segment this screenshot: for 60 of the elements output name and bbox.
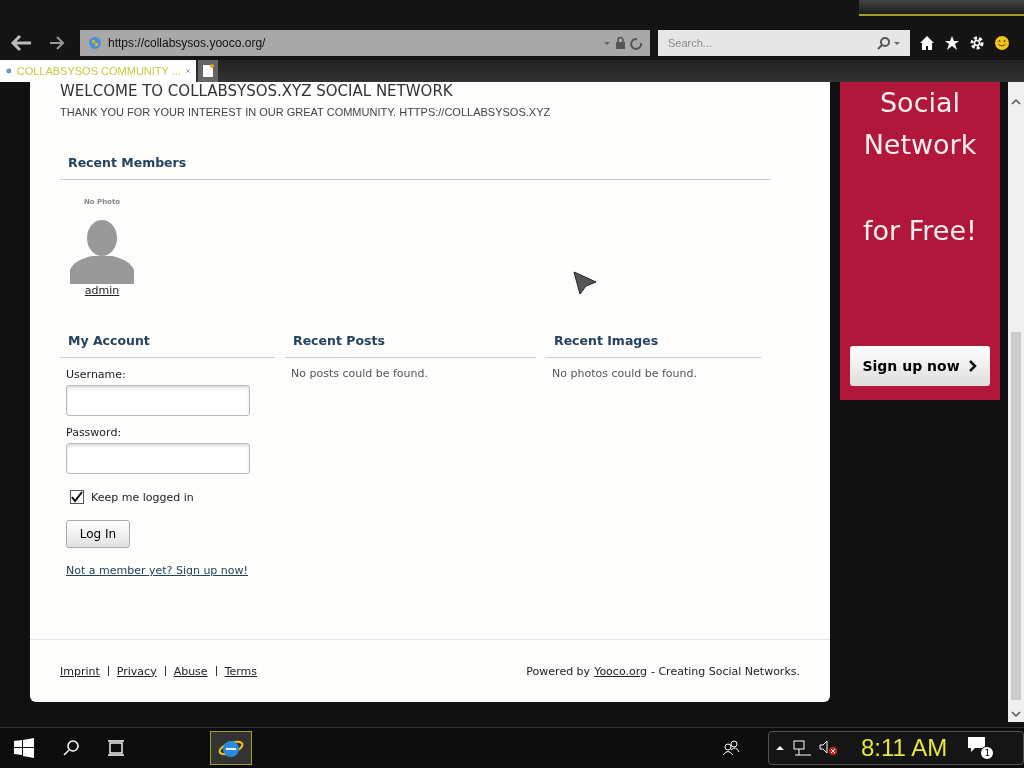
notification-count: 1 [980, 746, 995, 761]
checkbox-label: Keep me logged in [91, 490, 194, 504]
home-icon[interactable] [919, 35, 935, 51]
checkbox[interactable] [70, 490, 84, 504]
password-field[interactable] [66, 443, 250, 474]
lock-icon [602, 36, 642, 50]
close-icon[interactable] [185, 66, 190, 76]
browser-taskbar-button[interactable] [210, 731, 252, 766]
footer-link[interactable]: Terms [224, 664, 258, 678]
muted-speaker-icon[interactable] [819, 740, 839, 757]
search-icon[interactable] [62, 739, 80, 758]
task-view-icon[interactable] [108, 740, 126, 757]
section-title: Recent Images [554, 333, 659, 348]
star-icon[interactable] [944, 35, 960, 51]
field-label: Password: [66, 426, 123, 439]
signup-button[interactable]: Sign up now [850, 346, 990, 386]
scroll-down-icon[interactable] [1011, 710, 1021, 718]
avatar-silhouette-icon [70, 218, 134, 284]
windows-start-icon[interactable] [14, 738, 34, 759]
ad-text: Network [863, 128, 977, 162]
empty-message: No photos could be found. [552, 367, 698, 380]
login-button[interactable]: Log In [66, 520, 130, 548]
username-field[interactable] [66, 385, 250, 416]
ad-text: for Free! [863, 214, 977, 248]
cursor-icon [572, 270, 598, 296]
search-bar[interactable]: Search... [658, 30, 910, 56]
section-title: Recent Posts [293, 333, 385, 348]
search-icon [876, 36, 902, 50]
clock[interactable]: 8:11 AM [861, 734, 948, 763]
powered-text: - Creating Social Networks. [650, 664, 800, 678]
scrollbar[interactable] [1008, 82, 1024, 722]
powered-text: Powered by [526, 664, 591, 678]
globe-icon [88, 36, 102, 50]
smiley-icon[interactable] [994, 35, 1010, 51]
footer-link[interactable]: Abuse [173, 664, 208, 678]
section-title: My Account [68, 333, 150, 348]
member-link[interactable]: admin [84, 284, 120, 297]
empty-message: No posts could be found. [291, 367, 429, 380]
forward-icon[interactable] [48, 35, 66, 51]
new-tab-button[interactable] [198, 60, 218, 82]
people-icon[interactable] [722, 740, 740, 757]
field-label: Username: [66, 368, 127, 381]
ad-text: Social [879, 86, 961, 120]
intro-text: THANK YOU FOR YOUR INTEREST IN OUR GREAT COMMUNITY. HTTPS://COLLABSYSOS.XYZ [60, 106, 552, 118]
section-title: Recent Members [68, 155, 187, 170]
chevron-icon [967, 360, 978, 372]
notification-button[interactable]: 1 [967, 736, 995, 761]
powered-link[interactable]: Yooco.org [594, 664, 647, 678]
address-bar[interactable]: https://collabsysos.yooco.org/ [80, 30, 650, 56]
network-icon[interactable] [793, 740, 811, 757]
scroll-up-icon[interactable] [1011, 98, 1021, 106]
back-icon[interactable] [9, 33, 33, 53]
search-field[interactable]: Search... [666, 36, 876, 50]
footer-link[interactable]: Privacy [116, 664, 157, 678]
page-icon [202, 64, 214, 78]
settings-icon[interactable] [969, 35, 985, 51]
page-heading: WELCOME TO COLLABSYSOS.XYZ SOCIAL NETWORK [60, 82, 454, 102]
message-icon [967, 736, 988, 755]
footer-link[interactable]: Imprint [60, 664, 100, 678]
signup-link[interactable]: Not a member yet? Sign up now! [66, 564, 248, 577]
